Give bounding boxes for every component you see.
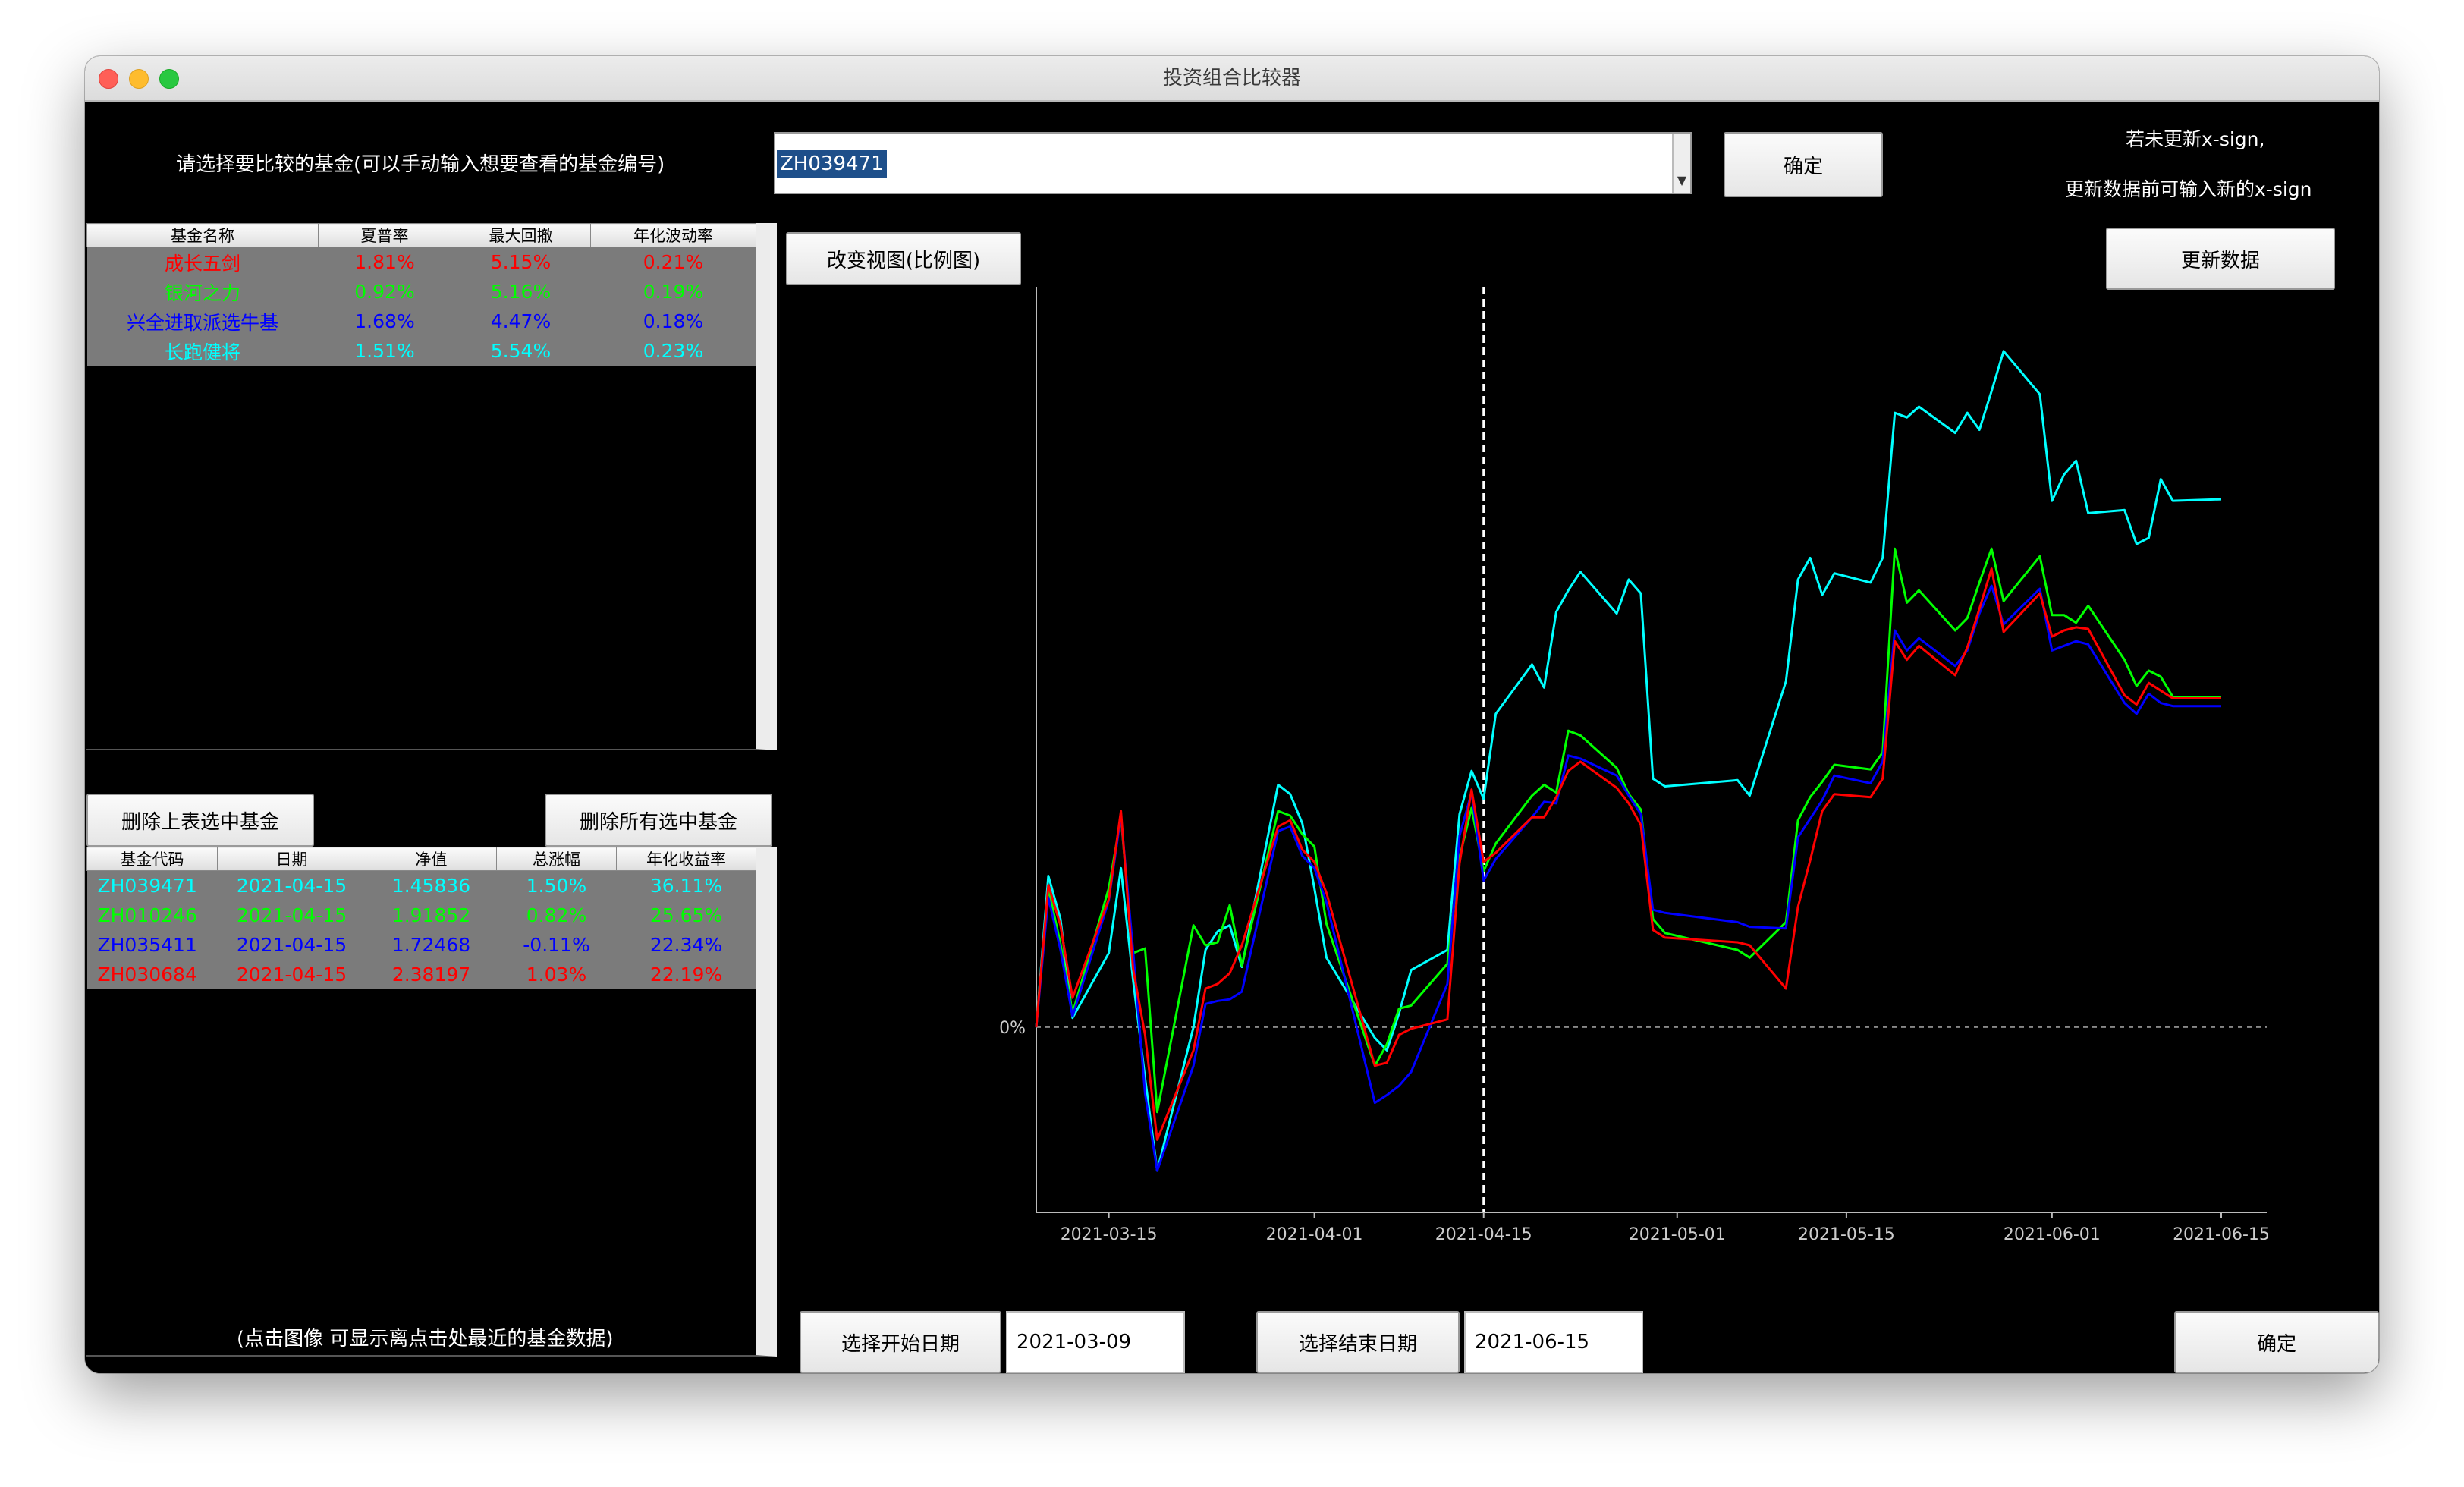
fund-name-cell: 长跑健将 (86, 336, 319, 366)
fund-code-combobox[interactable]: ZH039471 ▼ (774, 132, 1692, 194)
xsign-hint-line2: 更新数据前可输入新的x-sign (2065, 178, 2312, 200)
y-tick-label: 0% (999, 1019, 1026, 1038)
nav-cell: 2.38197 (366, 960, 497, 989)
max-drawdown-cell: 4.47% (451, 307, 591, 336)
column-header[interactable]: 最大回撤 (451, 223, 591, 247)
nav-cell: 1.45836 (366, 870, 497, 901)
sharpe-cell: 0.92% (318, 277, 451, 307)
annual-return-cell: 25.65% (616, 901, 756, 930)
fund-nav-table: 基金代码 日期 净值 总涨幅 年化收益率 ZH039471 2021-04-15… (86, 847, 777, 1357)
table-row[interactable]: ZH039471 2021-04-15 1.45836 1.50% 36.11% (86, 870, 756, 901)
sharpe-cell: 1.81% (318, 247, 451, 277)
x-tick-label: 2021-06-15 (2173, 1225, 2270, 1244)
total-return-cell: 1.03% (496, 960, 617, 989)
table-row[interactable]: 银河之力 0.92% 5.16% 0.19% (86, 277, 756, 307)
date-cell: 2021-04-15 (217, 960, 366, 989)
xsign-hint-line1: 若未更新x-sign, (2126, 128, 2265, 150)
x-tick-label: 2021-04-15 (1435, 1225, 1532, 1244)
window-title: 投资组合比较器 (1162, 67, 1301, 90)
zoom-button[interactable] (159, 69, 179, 89)
column-header[interactable]: 年化波动率 (590, 223, 756, 247)
x-tick-label: 2021-06-01 (2004, 1225, 2101, 1244)
app-window: 投资组合比较器 请选择要比较的基金(可以手动输入想要查看的基金编号) ZH039… (85, 56, 2379, 1373)
column-header[interactable]: 净值 (366, 847, 497, 871)
fund-return-chart[interactable]: 0% 2021-03-15 2021-04-01 2021-04-15 2021-05-… (780, 238, 2358, 1361)
nav-cell: 1.72468 (366, 930, 497, 960)
fund-name-cell: 银河之力 (86, 277, 319, 307)
minimize-button[interactable] (129, 69, 149, 89)
total-return-cell: 1.50% (496, 870, 617, 901)
series-line-4 (1035, 567, 2221, 1141)
series-line-3 (1035, 584, 2221, 1172)
series-line-1 (1035, 350, 2222, 1172)
x-tick-label: 2021-03-15 (1061, 1225, 1158, 1244)
fund-select-instruction: 请选择要比较的基金(可以手动输入想要查看的基金编号) (176, 153, 665, 176)
max-drawdown-cell: 5.54% (451, 336, 591, 366)
nav-cell: 1.91852 (366, 901, 497, 930)
date-cell: 2021-04-15 (217, 870, 366, 901)
x-tick-label: 2021-05-15 (1798, 1225, 1895, 1244)
fund-code-cell: ZH039471 (86, 870, 218, 901)
column-header[interactable]: 总涨幅 (496, 847, 617, 871)
date-cell: 2021-04-15 (217, 901, 366, 930)
max-drawdown-cell: 5.15% (451, 247, 591, 277)
column-header[interactable]: 基金代码 (86, 847, 218, 871)
sharpe-cell: 1.51% (318, 336, 451, 366)
table-row[interactable]: 兴全进取派选牛基 1.68% 4.47% 0.18% (86, 307, 756, 336)
table-row[interactable]: 成长五剑 1.81% 5.15% 0.21% (86, 247, 756, 277)
delete-selected-fund-button[interactable]: 删除上表选中基金 (86, 794, 314, 847)
x-tick-label: 2021-04-01 (1266, 1225, 1363, 1244)
title-bar[interactable]: 投资组合比较器 (85, 56, 2379, 102)
delete-all-funds-button[interactable]: 删除所有选中基金 (545, 794, 772, 847)
volatility-cell: 0.21% (590, 247, 756, 277)
fund-code-cell: ZH010246 (86, 901, 218, 930)
main-content: 请选择要比较的基金(可以手动输入想要查看的基金编号) ZH039471 ▼ 确定… (85, 102, 2379, 1373)
table-row[interactable]: 长跑健将 1.51% 5.54% 0.23% (86, 336, 756, 366)
date-cell: 2021-04-15 (217, 930, 366, 960)
fund-code-cell: ZH035411 (86, 930, 218, 960)
sharpe-cell: 1.68% (318, 307, 451, 336)
dropdown-arrow-icon[interactable]: ▼ (1672, 134, 1690, 193)
max-drawdown-cell: 5.16% (451, 277, 591, 307)
column-header[interactable]: 夏普率 (318, 223, 451, 247)
annual-return-cell: 22.19% (616, 960, 756, 989)
fund-name-cell: 成长五剑 (86, 247, 319, 277)
total-return-cell: 0.82% (496, 901, 617, 930)
table-row[interactable]: ZH010246 2021-04-15 1.91852 0.82% 25.65% (86, 901, 756, 930)
volatility-cell: 0.23% (590, 336, 756, 366)
total-return-cell: -0.11% (496, 930, 617, 960)
fund-stats-table: 基金名称 夏普率 最大回撤 年化波动率 成长五剑 1.81% 5.15% 0.2… (86, 223, 777, 750)
chart-click-hint: (点击图像 可显示离点击处最近的基金数据) (237, 1328, 614, 1350)
volatility-cell: 0.18% (590, 307, 756, 336)
chart-canvas[interactable]: 0% 2021-03-15 2021-04-01 2021-04-15 2021-05-… (780, 238, 2358, 1361)
table-row[interactable]: ZH035411 2021-04-15 1.72468 -0.11% 22.34… (86, 930, 756, 960)
fund-name-cell: 兴全进取派选牛基 (86, 307, 319, 336)
fund-code-cell: ZH030684 (86, 960, 218, 989)
confirm-fund-button[interactable]: 确定 (1724, 132, 1883, 197)
column-header[interactable]: 年化收益率 (616, 847, 756, 871)
table-row[interactable]: ZH030684 2021-04-15 2.38197 1.03% 22.19% (86, 960, 756, 989)
column-header[interactable]: 基金名称 (86, 223, 319, 247)
volatility-cell: 0.19% (590, 277, 756, 307)
annual-return-cell: 36.11% (616, 870, 756, 901)
x-tick-label: 2021-05-01 (1629, 1225, 1726, 1244)
annual-return-cell: 22.34% (616, 930, 756, 960)
fund-code-input[interactable]: ZH039471 (777, 150, 887, 178)
close-button[interactable] (99, 69, 118, 89)
column-header[interactable]: 日期 (217, 847, 366, 871)
